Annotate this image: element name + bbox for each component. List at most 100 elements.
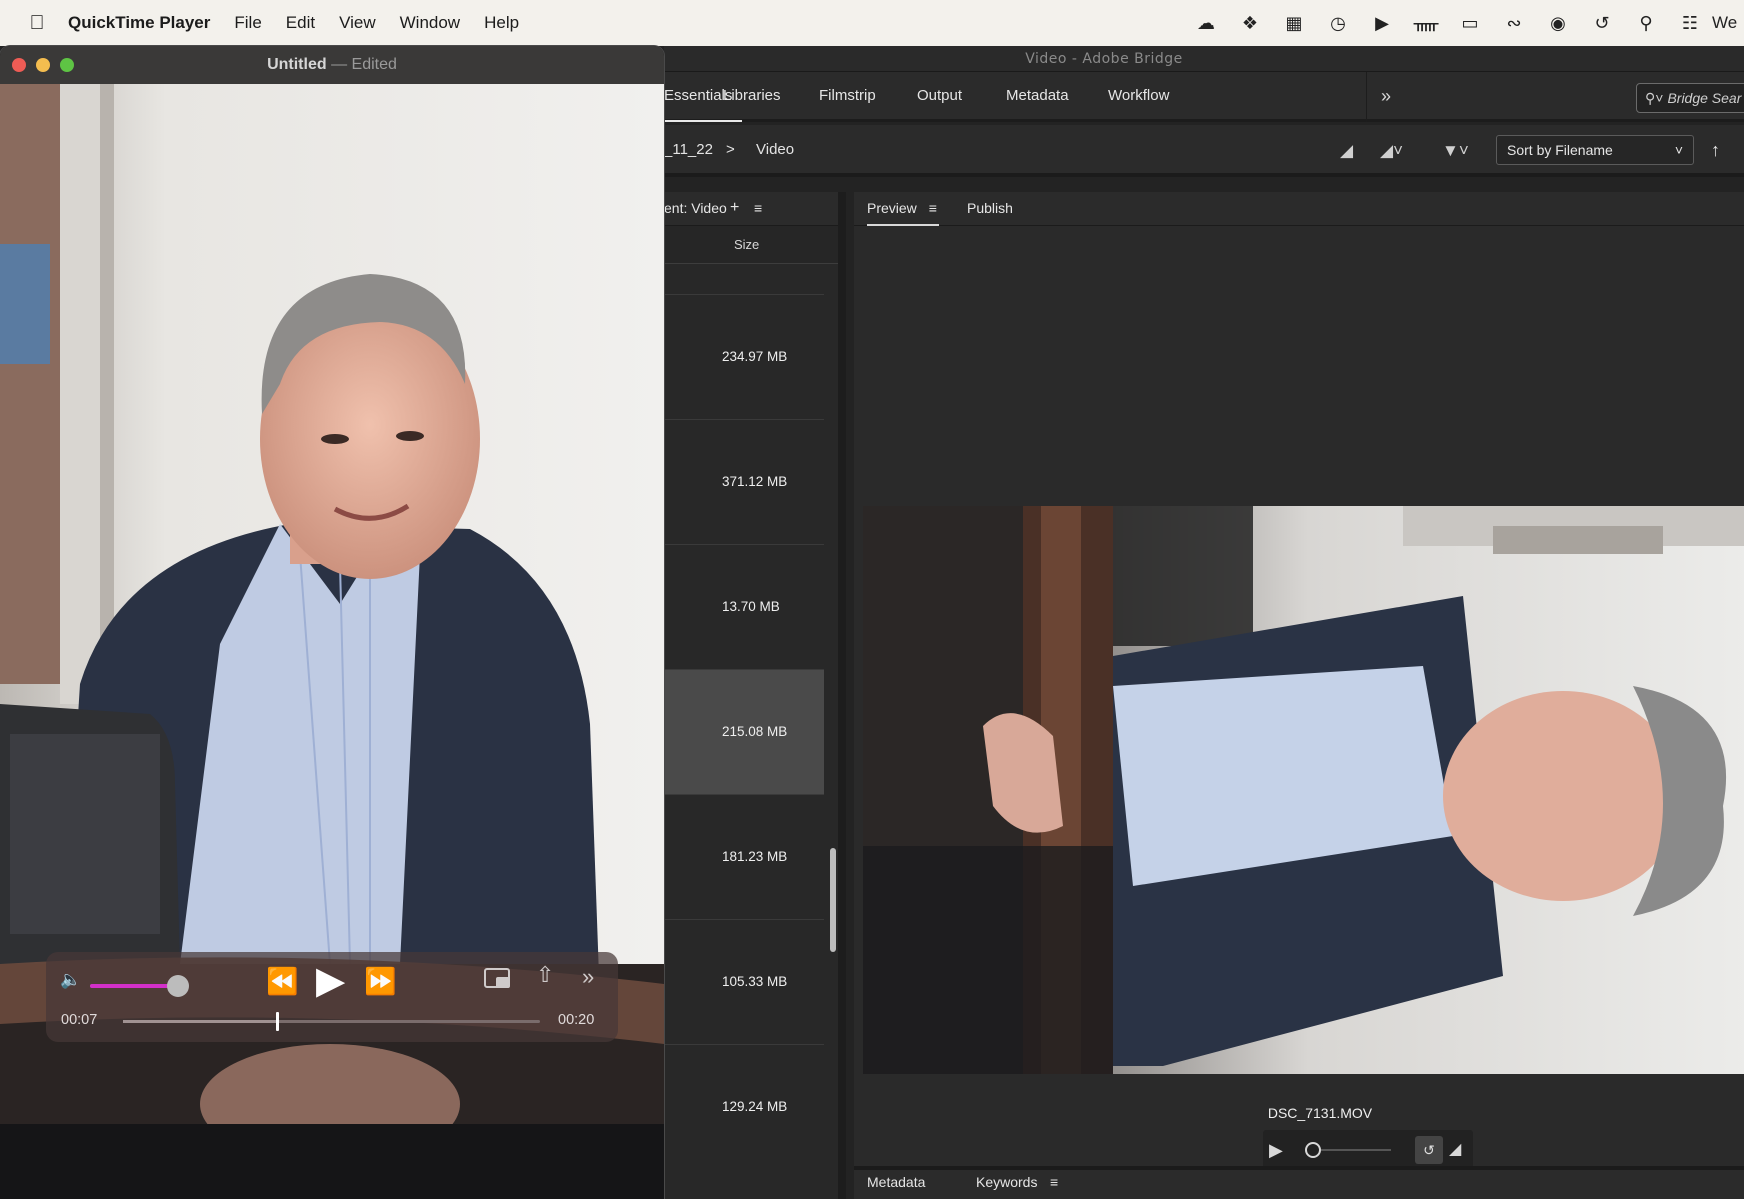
list-row-partial[interactable]: [664, 265, 824, 295]
apple-logo-icon[interactable]: : [24, 12, 50, 35]
quicktime-controls: 🔈 ⏪ ▶ ⏩ ⇧ » 00:07 00:20: [46, 952, 618, 1042]
preview-panel: Preview ≡ Publish DSC_7131.MOV ▶ ↺ ◢: [854, 192, 1744, 1199]
sort-ascending-icon[interactable]: ↑: [1711, 135, 1720, 165]
workspace-tab-metadata[interactable]: Metadata: [1006, 72, 1069, 122]
video-preview-image[interactable]: [863, 506, 1744, 1074]
breadcrumb-current[interactable]: Video: [756, 125, 794, 175]
list-item[interactable]: 13.70 MB: [664, 545, 824, 670]
list-item[interactable]: 234.97 MB: [664, 295, 824, 420]
file-size: 371.12 MB: [722, 474, 788, 489]
sort-label: Sort by Filename: [1507, 142, 1613, 158]
play-icon[interactable]: ▶: [1269, 1130, 1283, 1170]
bluetooth-icon[interactable]: ᚅ: [1404, 13, 1448, 34]
rewind-icon[interactable]: ⏪: [266, 966, 298, 997]
content-scrollbar[interactable]: [830, 848, 836, 952]
playhead[interactable]: [276, 1012, 280, 1031]
filter-items-icon[interactable]: ▼˅: [1442, 137, 1469, 165]
volume-slider[interactable]: [90, 975, 190, 997]
battery-icon[interactable]: ▭: [1448, 13, 1492, 34]
dropbox-icon[interactable]: ❖: [1228, 13, 1272, 34]
rotated-video-frame: [863, 506, 1744, 1074]
sort-dropdown[interactable]: Sort by Filename ˅: [1496, 135, 1694, 165]
tab-preview-label: Preview: [867, 200, 917, 216]
control-center-icon[interactable]: ☷: [1668, 13, 1712, 34]
menu-help[interactable]: Help: [484, 13, 519, 33]
bridge-search-field[interactable]: ⚲˅ Bridge Sear: [1636, 83, 1744, 113]
rating-filter-icon[interactable]: ◢: [1340, 137, 1353, 165]
workspace-tab-workflow[interactable]: Workflow: [1108, 72, 1169, 122]
hamburger-icon[interactable]: ≡: [754, 192, 762, 224]
file-size: 13.70 MB: [722, 599, 780, 614]
tab-metadata[interactable]: Metadata: [867, 1174, 925, 1190]
menubar-clock[interactable]: We: [1712, 13, 1744, 33]
status-menu-area: ☁ ❖ ▦ ◷ ▶ ᚅ ▭ ∾ ◉ ↺ ⚲ ☷ We: [1184, 0, 1744, 46]
workspace-bar: Essentials≡ Libraries Filmstrip Output M…: [620, 72, 1744, 152]
current-time: 00:07: [61, 1012, 98, 1028]
creative-cloud-icon[interactable]: ☁: [1184, 13, 1228, 34]
zoom-button[interactable]: [60, 58, 74, 72]
preview-tabbar: Preview ≡ Publish: [854, 192, 1744, 226]
hamburger-icon[interactable]: ≡: [1050, 1174, 1058, 1190]
file-size: 181.23 MB: [722, 849, 788, 864]
menu-edit[interactable]: Edit: [286, 13, 315, 33]
loop-icon[interactable]: ↺: [1415, 1136, 1443, 1164]
breadcrumb-parent[interactable]: _11_22: [664, 125, 713, 175]
workspace-tab-libraries[interactable]: Libraries: [723, 72, 781, 122]
search-icon[interactable]: ⚲: [1624, 13, 1668, 34]
volume-knob[interactable]: [167, 975, 190, 997]
quicktime-window: Untitled — Edited 🔈 ⏪ ▶ ⏩ ⇧ » 00:07 00:2…: [0, 46, 664, 1199]
content-tab-label: ent: Video: [664, 200, 727, 216]
breadcrumb-separator: >: [726, 141, 735, 158]
playback-scrubber[interactable]: [123, 1012, 540, 1031]
file-size: 215.08 MB: [722, 724, 788, 739]
menu-app-name[interactable]: QuickTime Player: [68, 13, 210, 33]
workspace-tab-filmstrip[interactable]: Filmstrip: [819, 72, 876, 122]
fast-forward-icon[interactable]: ⏩: [364, 966, 396, 997]
hamburger-icon[interactable]: ≡: [929, 200, 937, 216]
history-icon[interactable]: ↺: [1580, 13, 1624, 34]
list-item[interactable]: 129.24 MB: [664, 1045, 824, 1170]
new-tab-plus-icon[interactable]: +: [730, 192, 739, 224]
file-size: 105.33 MB: [722, 974, 788, 989]
content-tab[interactable]: ent: Video + ≡: [664, 192, 838, 226]
workspace-tab-output[interactable]: Output: [917, 72, 962, 122]
more-workspaces-icon[interactable]: »: [1366, 72, 1426, 122]
wifi-icon[interactable]: ∾: [1492, 13, 1536, 34]
list-item[interactable]: 105.33 MB: [664, 920, 824, 1045]
edited-status: Edited: [351, 56, 397, 73]
close-button[interactable]: [12, 58, 26, 72]
size-column-header[interactable]: Size: [664, 226, 838, 264]
path-bar: _11_22 > Video ◢ ◢˅ ▼˅ Sort by Filename …: [664, 125, 1744, 177]
preview-scrub-track[interactable]: [1321, 1149, 1391, 1151]
quicktime-titlebar[interactable]: Untitled — Edited: [0, 46, 664, 84]
playback-progress-fill: [123, 1020, 278, 1023]
tab-publish[interactable]: Publish: [967, 192, 1013, 224]
more-controls-icon[interactable]: »: [582, 964, 594, 990]
share-icon[interactable]: ⇧: [536, 962, 554, 988]
preview-video-controls: ▶ ↺ ◢: [1263, 1130, 1473, 1170]
list-item[interactable]: 371.12 MB: [664, 420, 824, 545]
chevron-down-icon: ˅: [1674, 142, 1683, 158]
speaker-icon[interactable]: 🔈: [60, 970, 81, 990]
menu-file[interactable]: File: [234, 13, 261, 33]
volume-fill: [90, 984, 179, 988]
list-item[interactable]: 181.23 MB: [664, 795, 824, 920]
minimize-button[interactable]: [36, 58, 50, 72]
file-size: 129.24 MB: [722, 1099, 788, 1114]
color-app-icon[interactable]: ▦: [1272, 13, 1316, 34]
play-icon[interactable]: ▶: [1360, 13, 1404, 34]
menu-view[interactable]: View: [339, 13, 376, 33]
user-icon[interactable]: ◉: [1536, 13, 1580, 34]
volume-icon[interactable]: ◢: [1449, 1130, 1461, 1170]
time-machine-icon[interactable]: ◷: [1316, 13, 1360, 34]
list-item-selected[interactable]: 215.08 MB: [664, 670, 824, 795]
tab-preview[interactable]: Preview ≡: [867, 192, 939, 226]
menu-window[interactable]: Window: [400, 13, 460, 33]
search-placeholder: Bridge Sear: [1667, 90, 1742, 106]
bottom-panel-tabs: Metadata Keywords ≡: [854, 1166, 1744, 1199]
preview-scrub-knob[interactable]: [1305, 1142, 1321, 1158]
picture-in-picture-icon[interactable]: [484, 968, 510, 988]
play-button[interactable]: ▶: [316, 958, 345, 1003]
tab-keywords[interactable]: Keywords: [976, 1174, 1037, 1190]
quality-filter-icon[interactable]: ◢˅: [1380, 137, 1403, 165]
